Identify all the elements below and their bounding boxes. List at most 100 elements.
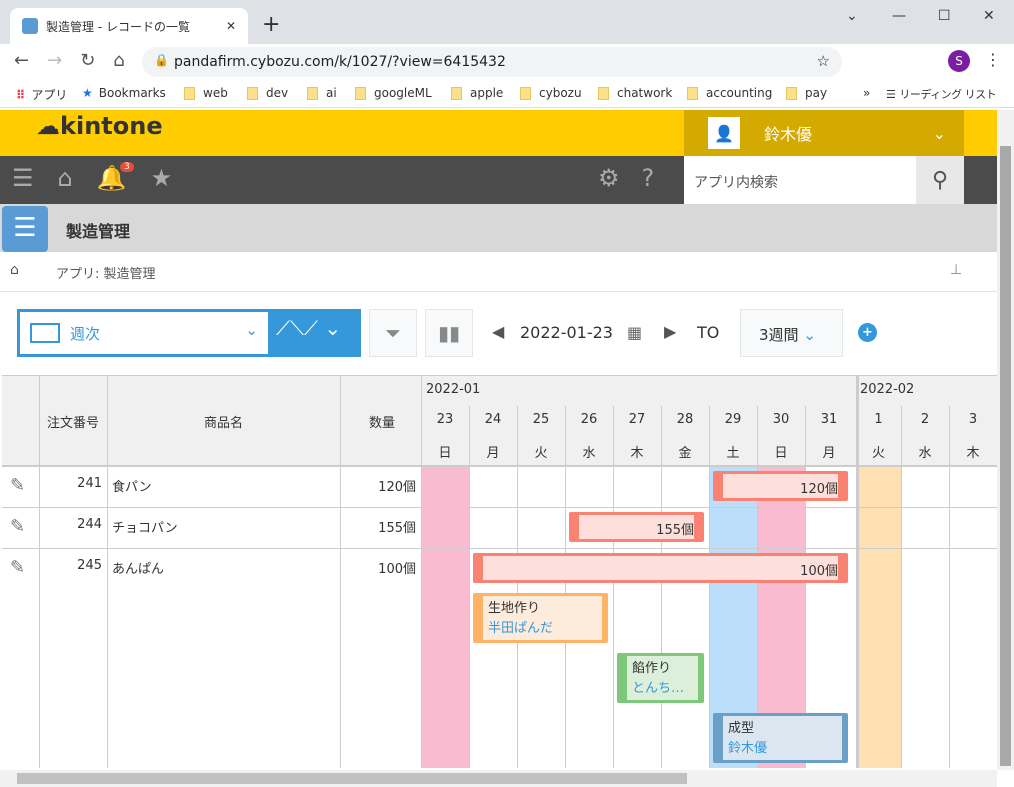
to-label: TO	[697, 323, 720, 342]
product-name: あんぱん	[112, 562, 165, 577]
profile-avatar[interactable]: S	[948, 50, 970, 72]
reload-icon[interactable]: ↻	[80, 50, 95, 71]
schedule-bar[interactable]: 120個	[713, 471, 848, 501]
menu-icon[interactable]: ⋮	[985, 50, 1001, 69]
day-divider	[421, 376, 422, 768]
add-record-button[interactable]: +	[858, 323, 877, 342]
task-assignee[interactable]: 半田ぱんだ	[488, 619, 597, 639]
edit-record-icon[interactable]: ✎	[10, 516, 25, 537]
order-number: 241	[77, 476, 102, 491]
table-view-icon	[30, 323, 60, 343]
task-card[interactable]: 成型 鈴木優	[713, 713, 848, 763]
span-dropdown[interactable]: 3週間 ⌄	[740, 309, 843, 357]
bookmark-chatwork[interactable]: chatwork	[598, 86, 672, 100]
day-weekday: 木	[630, 446, 644, 461]
bookmark-cybozu[interactable]: cybozu	[520, 86, 582, 100]
order-number: 244	[77, 517, 102, 532]
day-divider	[856, 376, 859, 768]
notification-badge: 3	[120, 162, 134, 172]
address-bar[interactable]: 🔒 pandafirm.cybozu.com/k/1027/?view=64154…	[142, 47, 842, 77]
close-tab-icon[interactable]: ✕	[226, 19, 236, 33]
app-search-input[interactable]: アプリ内検索	[684, 156, 916, 204]
pin-icon[interactable]: ⊥	[950, 262, 962, 278]
day-number: 24	[484, 412, 502, 427]
bar-chart-icon: ▮▮	[437, 321, 460, 345]
app-header: 製造管理	[0, 204, 997, 252]
user-menu[interactable]: 👤 鈴木優 ⌄	[684, 110, 964, 156]
more-bookmarks-icon[interactable]: »	[863, 86, 870, 100]
graph-button[interactable]: ▮▮	[425, 309, 473, 357]
day-weekday: 火	[871, 446, 885, 461]
bookmark-dev[interactable]: dev	[247, 86, 288, 100]
task-card[interactable]: 餡作り とんち…	[617, 653, 704, 703]
graph-view-icon[interactable]: ⟋⟍⟋ ⌄	[276, 316, 341, 340]
horizontal-scrollbar[interactable]	[0, 770, 997, 787]
vertical-scrollbar[interactable]	[997, 110, 1014, 770]
next-period-icon[interactable]: ▶	[664, 322, 676, 341]
bar-label: 120個	[723, 474, 838, 498]
reading-list[interactable]: ☰ リーディング リスト	[886, 86, 997, 102]
reading-list-icon: ☰	[886, 87, 896, 101]
favorites-star-icon[interactable]: ★	[151, 164, 173, 192]
forward-icon[interactable]: →	[47, 50, 62, 71]
column-header[interactable]: 注文番号	[39, 412, 107, 431]
start-date[interactable]: 2022-01-23	[520, 323, 613, 342]
bookmark-googleml[interactable]: googleML	[355, 86, 432, 100]
column-header[interactable]: 商品名	[107, 412, 340, 431]
bookmark-apple[interactable]: apple	[451, 86, 503, 100]
day-highlight	[856, 466, 901, 768]
bookmark-star-icon[interactable]: ☆	[817, 52, 830, 70]
row-divider	[2, 507, 997, 508]
hamburger-menu-icon[interactable]: ☰	[12, 164, 34, 192]
maximize-button[interactable]: ☐	[938, 8, 951, 24]
day-number: 31	[820, 412, 838, 427]
help-icon[interactable]: ?	[642, 164, 655, 192]
day-weekday: 日	[438, 446, 452, 461]
day-highlight	[421, 466, 469, 768]
tab-search-icon[interactable]: ⌄	[846, 8, 858, 24]
view-dropdown[interactable]: 週次 ⌄	[20, 312, 268, 354]
schedule-bar[interactable]: 100個	[473, 553, 848, 583]
nav-icons: ☰ ⌂ 🔔 ★	[12, 164, 172, 192]
bookmark-apps[interactable]: ⠿ アプリ	[16, 86, 67, 103]
column-header[interactable]: 数量	[340, 412, 421, 431]
nav-buttons: ← → ↻ ⌂	[14, 50, 125, 71]
lock-icon: 🔒	[154, 53, 169, 67]
breadcrumb-home-icon[interactable]: ⌂	[10, 262, 19, 278]
search-button[interactable]: ⚲	[916, 156, 964, 204]
url-text: pandafirm.cybozu.com/k/1027/?view=641543…	[174, 54, 506, 70]
task-assignee[interactable]: 鈴木優	[728, 739, 837, 759]
browser-tab[interactable]: 製造管理 - レコードの一覧 ✕	[10, 8, 248, 44]
close-window-button[interactable]: ✕	[983, 8, 995, 24]
filter-button[interactable]: ⏷	[369, 309, 417, 357]
bookmark-accounting[interactable]: accounting	[687, 86, 772, 100]
bookmarks-bar: ⠿ アプリ ★ Bookmarks web dev ai googleML appl…	[0, 80, 1014, 108]
day-weekday: 日	[774, 446, 788, 461]
month-label: 2022-01	[426, 382, 481, 397]
product-name: 食パン	[112, 480, 152, 495]
kintone-logo[interactable]: ☁kintone	[36, 112, 163, 140]
chevron-down-icon: ⌄	[932, 123, 946, 143]
bookmark-pay[interactable]: pay	[786, 86, 827, 100]
bookmark-ai[interactable]: ai	[307, 86, 337, 100]
prev-period-icon[interactable]: ◀	[492, 322, 504, 341]
order-number: 245	[77, 558, 102, 573]
bar-label: 100個	[483, 556, 838, 580]
home-portal-icon[interactable]: ⌂	[58, 164, 73, 192]
breadcrumb-app[interactable]: アプリ: 製造管理	[56, 267, 156, 282]
task-card[interactable]: 生地作り 半田ぱんだ	[473, 593, 608, 643]
minimize-button[interactable]: —	[892, 8, 906, 24]
calendar-icon[interactable]: ▦	[627, 323, 642, 342]
bookmark-web[interactable]: web	[184, 86, 228, 100]
back-icon[interactable]: ←	[14, 50, 29, 71]
app-icon: ☰	[2, 206, 48, 252]
task-assignee[interactable]: とんち…	[632, 679, 693, 699]
bookmark-bookmarks[interactable]: ★ Bookmarks	[82, 86, 166, 100]
schedule-bar[interactable]: 155個	[569, 512, 704, 542]
edit-record-icon[interactable]: ✎	[10, 557, 25, 578]
day-weekday: 水	[582, 446, 596, 461]
new-tab-button[interactable]: +	[262, 12, 280, 37]
edit-record-icon[interactable]: ✎	[10, 475, 25, 496]
home-icon[interactable]: ⌂	[113, 50, 124, 71]
gear-icon[interactable]: ⚙	[598, 164, 620, 192]
